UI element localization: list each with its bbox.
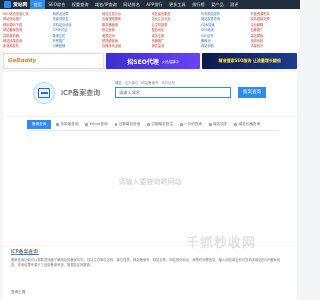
search-type-tab[interactable]: 域名 (115, 80, 122, 85)
site-logo[interactable]: 爱站网 (0, 0, 30, 9)
tool-tab[interactable]: 域名历史 (207, 120, 229, 129)
search-type-tabs: 域名 主办单位 网站备案号 许可证号 (115, 80, 175, 85)
tab-divider (27, 130, 279, 131)
tool-tab-icon (56, 123, 59, 126)
info-title-underline (11, 254, 39, 255)
info-subheading: 查询工具 (11, 290, 26, 294)
nav-item[interactable]: 网站排名 (120, 0, 143, 9)
tool-tab[interactable]: 过期域名查询 (113, 120, 143, 129)
tool-tab-icon (147, 123, 150, 126)
ad-link[interactable]: 自媒体代运营 (102, 44, 149, 49)
watermark: 千抓秒收网 (186, 236, 257, 251)
tool-tab-label: 备案查询 (32, 122, 47, 126)
tool-tab-icon (85, 123, 89, 126)
tool-tab[interactable]: 备案查询 (27, 120, 52, 129)
tool-tab-label: 过期域名查询 (118, 122, 141, 126)
ad-link[interactable]: 舆情监测 (152, 44, 199, 49)
search-type-tab[interactable]: 许可证号 (161, 80, 175, 85)
tool-tab[interactable]: 手机版查询 (54, 120, 80, 129)
ad-link[interactable]: 流量统计 (251, 44, 298, 49)
top-nav-bar: 爱站网 首页 SEO综合 权重查询 域名/IP查询 网站排名 APP排行 更多工具 排行榜 爱产… (0, 0, 300, 9)
nav-item[interactable]: 排行榜 (189, 0, 208, 9)
nav-menu: 首页 SEO综合 权重查询 域名/IP查询 网站排名 APP排行 更多工具 排行榜 爱产品 测评 (30, 0, 241, 9)
logo-text: 爱站网 (13, 3, 28, 8)
nav-item[interactable]: APP排行 (143, 0, 166, 9)
tool-tab[interactable]: 过期域名抢注 (145, 120, 175, 129)
nav-item[interactable]: 域名/IP查询 (92, 0, 120, 9)
search-panel: ICP备案查询 域名主办单位网站备案号许可证号 备案查询 (3, 72, 297, 116)
nav-item[interactable]: SEO综合 (45, 0, 68, 9)
tool-tab-label: 域名价格查询 (238, 122, 261, 126)
tool-tab-label: 手机版查询 (60, 122, 79, 126)
search-type-tab[interactable]: 网站备案号 (141, 80, 158, 85)
banner-seo-service[interactable]: 精准搜索SEO服务 让流量增长翻倍 (202, 53, 298, 69)
logo-mark-icon (4, 1, 11, 8)
banner-right-text: 精准搜索SEO服务 让流量增长翻倍 (218, 58, 281, 63)
empty-result-hint: 请输入要查询的网站 (118, 178, 182, 186)
tool-tabs: 备案查询 手机版查询 Whois查询 过期域名查询 过期域名抢注 一口价查询 域名历史 域名价… (27, 120, 262, 129)
tool-tab-icon (114, 123, 118, 126)
search-button[interactable]: 备案查询 (238, 87, 266, 98)
nav-item[interactable]: 首页 (30, 0, 46, 9)
info-section: ICP备案查询 备案查询功能可以帮助您快速了解网站的备案情况，包括主办单位名称、… (3, 246, 297, 300)
tool-tab[interactable]: Whois查询 (83, 120, 109, 129)
tool-tab-icon (209, 123, 212, 126)
ad-links-grid: SEO综合查询工具 刷排名站群 域名交易平台 网站建设服务 代写软文发布 外链资源购买 网站… (0, 10, 300, 52)
ad-link[interactable]: 新闻源发布 (3, 44, 50, 49)
tool-tab[interactable]: 域名价格查询 (232, 120, 262, 129)
nav-item[interactable]: 权重查询 (69, 0, 92, 9)
icp-site-icon (33, 82, 55, 104)
nav-item[interactable]: 测评 (227, 0, 242, 9)
banner-godaddy[interactable]: GoDaddy (3, 53, 104, 69)
banner-middle-sub: 火热招募中 (161, 59, 179, 64)
tool-tab-label: 域名历史 (213, 122, 228, 126)
tool-tab-label: 过期域名抢注 (151, 122, 173, 126)
tool-tab-icon (179, 123, 183, 126)
nav-item[interactable]: 爱产品 (208, 0, 227, 9)
search-type-tab[interactable]: 主办单位 (125, 80, 139, 85)
tool-tab-label: 一口价查询 (184, 122, 202, 126)
nav-item[interactable]: 更多工具 (166, 0, 189, 9)
banner-seo-agent[interactable]: 招SEO代理 火热招募中 (105, 53, 201, 69)
banner-row: GoDaddy 招SEO代理 火热招募中 精准搜索SEO服务 让流量增长翻倍 (3, 53, 298, 69)
tool-tab-icon (234, 123, 238, 126)
browser-window-icon (38, 88, 50, 98)
tool-tab[interactable]: 一口价查询 (178, 120, 204, 129)
results-panel: 备案查询 手机版查询 Whois查询 过期域名查询 过期域名抢注 一口价查询 域名历史 域名价… (3, 117, 297, 245)
banner-left-text: GoDaddy (8, 58, 37, 64)
ad-link[interactable]: 口碑营销 (53, 44, 100, 49)
search-title: ICP备案查询 (61, 89, 101, 97)
tool-tab-label: Whois查询 (89, 122, 108, 126)
info-description: 备案查询功能可以帮助您快速了解网站的备案情况，包括主办单位名称、单位性质、网站备… (11, 258, 281, 268)
banner-middle-text: 招SEO代理 (127, 58, 159, 66)
search-input[interactable] (115, 87, 231, 98)
ad-link[interactable]: 网站诊断 (201, 44, 248, 49)
